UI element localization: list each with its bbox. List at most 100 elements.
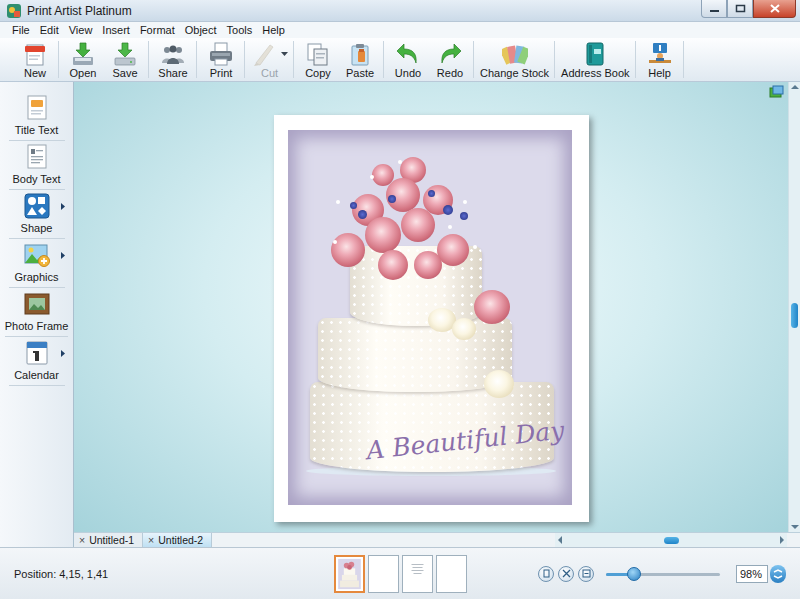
horizontal-scrollbar[interactable]	[555, 533, 787, 547]
toolbar-button[interactable]: Copy	[297, 41, 339, 78]
toolbar-button[interactable]: Paste	[339, 41, 381, 78]
page-thumbnail[interactable]	[402, 555, 433, 593]
close-button[interactable]	[753, 0, 796, 18]
toolbar-button[interactable]: Undo	[387, 41, 429, 78]
sidebar-item[interactable]: Graphics	[0, 241, 73, 290]
icon-row	[647, 41, 673, 67]
page-thumbnail[interactable]	[334, 555, 365, 593]
sidebar-item[interactable]: Body Text	[0, 143, 73, 192]
toolbar-button[interactable]: Change Stock	[477, 41, 552, 78]
toolbar-button: Cut	[248, 41, 291, 78]
toolbar-button[interactable]: Print	[200, 41, 242, 78]
sidebar-item[interactable]: Shape	[0, 192, 73, 241]
toolbar-group: New	[14, 41, 59, 78]
maximize-icon	[735, 4, 746, 13]
scroll-right-icon[interactable]	[776, 534, 787, 546]
babys-breath	[448, 225, 452, 229]
sidebar-item[interactable]: Title Text	[0, 94, 73, 143]
shape-icon	[23, 192, 51, 220]
submenu-arrow-icon[interactable]	[61, 350, 65, 357]
toolbar-button[interactable]: Redo	[429, 41, 471, 78]
menu-item[interactable]: File	[7, 22, 35, 38]
zoom-width-button[interactable]	[578, 566, 594, 582]
window-controls	[701, 0, 796, 18]
menu-item[interactable]: Help	[257, 22, 290, 38]
icon-row	[437, 41, 463, 67]
toolbar-label: Redo	[437, 67, 463, 79]
menu-item[interactable]: Insert	[97, 22, 135, 38]
menu-item[interactable]: Object	[180, 22, 222, 38]
maximize-button[interactable]	[727, 0, 753, 18]
sidebar-label: Graphics	[9, 271, 65, 288]
close-icon	[769, 4, 781, 13]
document-tab[interactable]: ×Untitled-2	[143, 533, 212, 547]
window-title: Print Artist Platinum	[27, 4, 696, 18]
toolbar-label: Undo	[395, 67, 421, 79]
minimize-button[interactable]	[701, 0, 727, 18]
toolbar-button[interactable]: Help	[639, 41, 681, 78]
menu-item[interactable]: Format	[135, 22, 180, 38]
scroll-thumb[interactable]	[664, 537, 679, 544]
document-tab[interactable]: ×Untitled-1	[74, 533, 143, 547]
tab-close[interactable]: ×	[79, 534, 85, 546]
zoom-fit-button[interactable]	[538, 566, 554, 582]
submenu-arrow-icon[interactable]	[61, 203, 65, 210]
page-thumbnail[interactable]	[436, 555, 467, 593]
icon-row	[70, 41, 96, 67]
icon-row	[208, 41, 234, 67]
toolbar-group: Undo Redo	[387, 41, 474, 78]
status-bar: Position: 4,15, 1,4198%	[0, 547, 800, 599]
canvas[interactable]: A Beautiful Day	[74, 82, 788, 532]
thumbnail-text	[403, 556, 432, 592]
toolbar-button[interactable]: Open	[62, 41, 104, 78]
toolbar-button[interactable]: New	[14, 41, 56, 78]
zoom-controls: 98%	[467, 565, 800, 583]
scroll-thumb[interactable]	[791, 303, 798, 328]
toolbar-label: New	[24, 67, 46, 79]
sidebar-label: Photo Frame	[5, 320, 69, 337]
cake-photo[interactable]: A Beautiful Day	[288, 130, 572, 505]
menu-item[interactable]: View	[64, 22, 98, 38]
zoom-slider[interactable]	[606, 566, 720, 582]
scroll-track[interactable]	[789, 92, 800, 522]
dropdown-arrow-icon[interactable]	[281, 52, 288, 56]
card-page[interactable]: A Beautiful Day	[274, 115, 589, 522]
page-thumbnail[interactable]	[368, 555, 399, 593]
sidebar-item[interactable]: Photo Frame	[0, 290, 73, 339]
submenu-arrow-icon[interactable]	[61, 252, 65, 259]
tab-close[interactable]: ×	[148, 534, 154, 546]
zoom-width-icon	[581, 568, 592, 579]
sidebar-item[interactable]: Calendar	[0, 339, 73, 388]
scroll-track[interactable]	[566, 533, 776, 548]
icon-row	[22, 41, 48, 67]
app-icon	[6, 3, 22, 19]
panel-toggle-icon[interactable]	[769, 85, 784, 98]
toolbar-button[interactable]: Save	[104, 41, 146, 78]
zoom-value[interactable]: 98%	[736, 565, 768, 583]
toolbar-button[interactable]: Share	[152, 41, 194, 78]
rose	[414, 251, 442, 279]
icon-row	[160, 41, 186, 67]
zoom-page-button[interactable]	[558, 566, 574, 582]
menu-item[interactable]: Edit	[35, 22, 64, 38]
toolbar-label: Paste	[346, 67, 374, 79]
zoom-page-icon	[561, 568, 572, 579]
scroll-up-icon[interactable]	[789, 82, 800, 92]
menu-item[interactable]: Tools	[222, 22, 258, 38]
scroll-down-icon[interactable]	[789, 522, 800, 532]
toolbar-label: Open	[70, 67, 97, 79]
sidebar-label: Shape	[9, 222, 65, 239]
save-icon	[112, 41, 138, 67]
zoom-thumb[interactable]	[627, 567, 641, 581]
vertical-scrollbar[interactable]	[788, 82, 800, 532]
zoom-fit-icon	[541, 568, 552, 579]
icon-row	[582, 41, 608, 67]
document-tabs: ×Untitled-1×Untitled-2	[74, 532, 800, 547]
toolbar-label: Print	[210, 67, 233, 79]
babys-breath	[370, 175, 374, 179]
toolbar-label: Share	[158, 67, 187, 79]
zoom-dropdown-button[interactable]	[770, 565, 786, 583]
toolbar-button[interactable]: Address Book	[558, 41, 632, 78]
title-text-icon	[23, 94, 51, 122]
scroll-left-icon[interactable]	[555, 534, 566, 546]
